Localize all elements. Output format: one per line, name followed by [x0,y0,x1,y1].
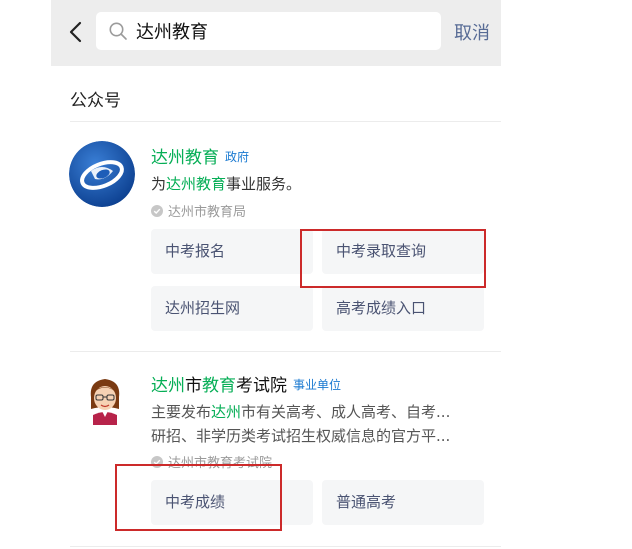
menu-button-zhongkao-signup[interactable]: 中考报名 [151,229,313,274]
annotation-box-zhongkao-score [115,464,282,531]
back-chevron-icon[interactable] [65,20,87,44]
annotation-box-admission-query [300,229,486,288]
account-description: 为达州教育事业服务。 [151,173,301,194]
name-part: 达州 [151,376,185,396]
divider [70,546,501,547]
verified-by: 达州市教育局 [151,201,246,220]
account-description-line2: 研招、非学历类考试招生权威信息的官方平... [151,425,450,446]
menu-button-regular-gaokao[interactable]: 普通高考 [322,480,484,525]
account-name-text: 达州教育 [151,148,219,168]
search-box[interactable] [96,12,441,50]
account-type-tag: 事业单位 [293,378,342,392]
section-title: 公众号 [70,91,121,111]
menu-button-gaokao-score[interactable]: 高考成绩入口 [322,286,484,331]
account-cartoon-avatar [90,379,120,425]
search-input[interactable] [136,17,426,45]
desc-text: 市有关高考、成人高考、自考... [241,403,451,421]
verified-check-icon [151,204,163,217]
verified-by-text: 达州市教育局 [168,205,247,220]
account-name: 达州教育 政府 [151,143,249,168]
account-type-tag: 政府 [225,150,250,164]
desc-highlight: 达州 [211,403,242,421]
menu-button-dazhou-enrollment[interactable]: 达州招生网 [151,286,313,331]
search-bar: 取消 [51,0,501,66]
account-name: 达州市教育考试院 事业单位 [151,371,341,396]
search-icon [109,22,127,40]
name-part: 教育 [202,376,236,396]
cancel-button[interactable]: 取消 [454,19,490,45]
account-logo-avatar [69,141,135,207]
desc-text: 主要发布 [151,403,212,421]
account-description-line1: 主要发布达州市有关高考、成人高考、自考... [151,401,450,422]
desc-highlight: 达州教育 [166,175,227,193]
desc-text: 事业服务。 [226,175,302,193]
name-part: 考试院 [236,376,287,396]
desc-text: 研招、非学历类考试招生权威信息的官方平... [151,427,451,445]
desc-text: 为 [151,175,167,193]
name-part: 市 [185,376,202,396]
